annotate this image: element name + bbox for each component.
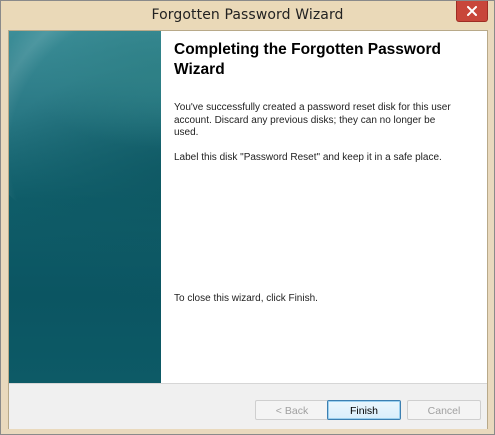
wizard-content: Completing the Forgotten Password Wizard… — [174, 31, 479, 383]
banner-swirl-graphic — [9, 31, 161, 231]
wizard-side-banner — [9, 31, 161, 383]
close-instruction: To close this wizard, click Finish. — [174, 293, 318, 304]
close-button[interactable] — [456, 1, 488, 22]
wizard-body: Completing the Forgotten Password Wizard… — [8, 30, 488, 429]
finish-button[interactable]: Finish — [327, 400, 401, 420]
button-bar: < Back Finish Cancel — [9, 383, 487, 429]
wizard-window: Forgotten Password Wizard Completing the… — [0, 0, 495, 435]
title-bar[interactable]: Forgotten Password Wizard — [1, 1, 494, 29]
success-message: You've successfully created a password r… — [174, 102, 451, 138]
back-button[interactable]: < Back — [255, 400, 329, 420]
label-instruction: Label this disk "Password Reset" and kee… — [174, 152, 442, 163]
window-title: Forgotten Password Wizard — [151, 7, 344, 23]
close-icon — [467, 6, 477, 16]
cancel-button[interactable]: Cancel — [407, 400, 481, 420]
page-title: Completing the Forgotten Password Wizard — [174, 41, 441, 78]
